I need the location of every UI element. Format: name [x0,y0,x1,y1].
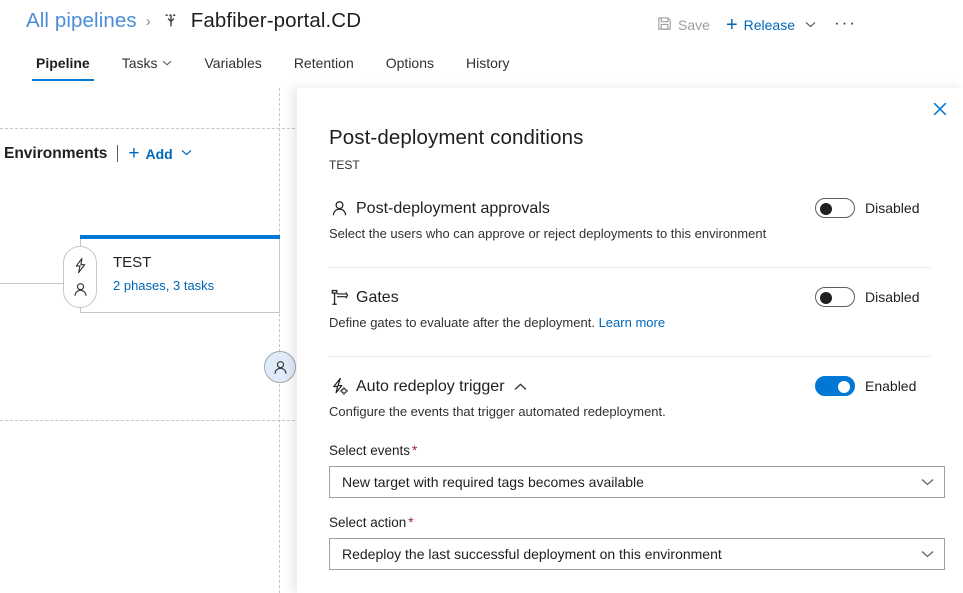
tab-tasks-label: Tasks [122,55,158,71]
add-environment-button[interactable]: + Add [128,144,191,163]
environment-card-accent-bar [80,235,280,239]
pipeline-canvas: Environments + Add TEST 2 phases, 3 task… [0,88,300,593]
environments-header: Environments + Add [4,144,192,163]
auto-redeploy-icon [329,376,350,397]
chevron-down-icon [921,547,934,561]
gates-description-text: Define gates to evaluate after the deplo… [329,315,595,330]
section-label: Gates [356,289,399,307]
section-header: Gates Disabled [329,287,931,308]
tab-tasks[interactable]: Tasks [106,55,189,81]
breadcrumb-all-pipelines[interactable]: All pipelines [26,9,137,33]
save-label: Save [678,17,710,33]
environment-name: TEST [113,254,151,271]
add-environment-label: Add [145,146,172,162]
canvas-dashed-line-right [279,88,280,593]
tab-pipeline[interactable]: Pipeline [20,55,106,81]
section-description: Select the users who can approve or reje… [329,226,931,241]
release-pipeline-page: All pipelines › Fabfiber-portal.CD [0,0,963,593]
canvas-dashed-line-top [0,128,300,129]
plus-icon: + [726,15,738,35]
release-button[interactable]: + Release [718,12,824,38]
field-label: Select action* [329,515,931,530]
learn-more-link[interactable]: Learn more [599,315,665,330]
tab-bar: Pipeline Tasks Variables Retention Optio… [0,55,963,88]
section-description: Define gates to evaluate after the deplo… [329,315,931,330]
save-button[interactable]: Save [649,13,718,37]
tab-options-label: Options [386,55,434,71]
select-events-label: Select events [329,443,410,458]
environment-card-test[interactable]: TEST 2 phases, 3 tasks [80,235,280,313]
chevron-down-icon[interactable] [805,19,816,31]
toggle-state-label: Enabled [865,378,931,394]
section-label: Post-deployment approvals [356,200,550,218]
breadcrumb-separator: › [146,13,151,30]
release-label: Release [744,17,795,33]
tab-pipeline-label: Pipeline [36,55,90,71]
post-deployment-conditions-panel: Post-deployment conditions TEST Post-dep… [297,88,963,593]
canvas-dashed-line-bottom [0,420,300,421]
tab-history-label: History [466,55,510,71]
more-options-button[interactable]: ··· [824,14,865,37]
section-gates: Gates Disabled Define gates to evaluate … [329,287,931,330]
save-icon [657,16,672,34]
header-toolbar: Save + Release ··· [649,12,865,38]
panel-title: Post-deployment conditions [329,126,583,150]
lightning-bolt-icon[interactable] [71,256,89,274]
toggle-group: Disabled [815,287,931,307]
section-header: Auto redeploy trigger Enabled [329,376,931,397]
chevron-up-icon[interactable] [514,383,527,391]
section-post-deployment-approvals: Post-deployment approvals Disabled Selec… [329,198,931,241]
select-action-label: Select action [329,515,406,530]
breadcrumb: All pipelines › Fabfiber-portal.CD [26,9,361,33]
field-label: Select events* [329,443,931,458]
select-events-dropdown[interactable]: New target with required tags becomes av… [329,466,945,498]
chevron-down-icon[interactable] [181,148,192,159]
person-icon [329,198,350,219]
gates-toggle[interactable] [815,287,855,307]
required-marker: * [408,515,413,530]
chevron-down-icon [921,475,934,489]
select-action-value: Redeploy the last successful deployment … [342,546,921,562]
plus-icon: + [128,144,139,163]
section-auto-redeploy-trigger: Auto redeploy trigger Enabled Configure … [329,376,931,419]
toggle-group: Enabled [815,376,931,396]
environment-phases-tasks-link[interactable]: 2 phases, 3 tasks [113,278,214,293]
required-marker: * [412,443,417,458]
panel-subtitle: TEST [329,158,360,172]
person-icon [272,359,289,376]
auto-redeploy-trigger-toggle[interactable] [815,376,855,396]
page-header: All pipelines › Fabfiber-portal.CD [0,0,963,48]
section-label: Auto redeploy trigger [356,378,505,396]
tab-history[interactable]: History [450,55,526,81]
gate-icon [329,287,350,308]
select-action-dropdown[interactable]: Redeploy the last successful deployment … [329,538,945,570]
close-icon[interactable] [927,96,953,122]
environments-label: Environments [4,145,107,163]
section-header: Post-deployment approvals Disabled [329,198,931,219]
tab-variables[interactable]: Variables [188,55,277,81]
toggle-state-label: Disabled [865,289,931,305]
toggle-group: Disabled [815,198,931,218]
chevron-down-icon[interactable] [162,58,172,69]
tab-retention[interactable]: Retention [278,55,370,81]
section-description: Configure the events that trigger automa… [329,404,931,419]
section-divider [329,356,931,357]
section-divider [329,267,931,268]
post-deployment-conditions-button[interactable] [264,351,296,383]
person-icon[interactable] [71,280,89,298]
field-select-action: Select action* Redeploy the last success… [329,515,931,570]
page-title: Fabfiber-portal.CD [191,9,361,33]
pre-deployment-conditions-pill [63,246,97,308]
select-events-value: New target with required tags becomes av… [342,474,921,490]
divider [117,145,118,162]
tab-variables-label: Variables [204,55,261,71]
toggle-state-label: Disabled [865,200,931,216]
post-deployment-approvals-toggle[interactable] [815,198,855,218]
tab-retention-label: Retention [294,55,354,71]
tab-options[interactable]: Options [370,55,450,81]
field-select-events: Select events* New target with required … [329,443,931,498]
pipeline-icon [160,10,182,32]
